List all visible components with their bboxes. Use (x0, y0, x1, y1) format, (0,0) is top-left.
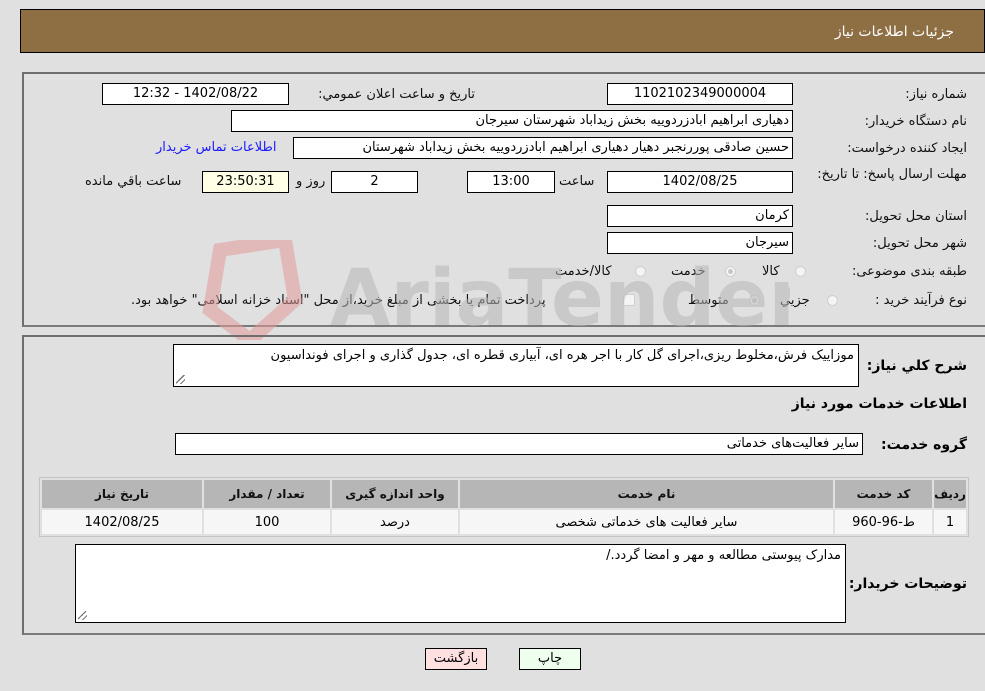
print-button[interactable]: چاپ (519, 648, 581, 670)
need-number-field[interactable]: 1102102349000004 (607, 83, 793, 105)
page-header: جزئیات اطلاعات نیاز (20, 9, 985, 53)
cell-quantity: 100 (204, 510, 330, 534)
cell-row-number: 1 (934, 510, 966, 534)
col-unit: واحد اندازه گیری (332, 480, 458, 508)
requester-label: ایجاد کننده درخواست: (847, 141, 967, 156)
buyer-org-label: نام دستگاه خریدار: (864, 114, 967, 129)
announce-datetime-label: تاریخ و ساعت اعلان عمومي: (318, 87, 475, 102)
cell-unit: درصد (332, 510, 458, 534)
service-group-label: گروه خدمت: (881, 437, 967, 453)
general-desc-text: موزاییک فرش،مخلوط ریزی،اجرای گل کار با ا… (270, 348, 854, 363)
province-field[interactable]: کرمان (607, 205, 793, 227)
cell-service-code: ط-96-960 (835, 510, 932, 534)
category-service-label: خدمت (671, 264, 706, 279)
category-label: طبقه بندی موضوعی: (851, 264, 967, 279)
treasury-label: پرداخت تمام یا بخشی از مبلغ خرید،از محل … (131, 293, 546, 308)
remaining-label: ساعت باقي مانده (85, 174, 182, 189)
resize-grip-icon[interactable] (176, 375, 185, 384)
remaining-days-field[interactable]: 2 (331, 171, 418, 193)
category-radio-goods-service[interactable] (635, 266, 646, 277)
city-label: شهر محل تحویل: (872, 236, 967, 251)
general-desc-textarea[interactable]: موزاییک فرش،مخلوط ریزی،اجرای گل کار با ا… (173, 344, 859, 387)
col-row-number: ردیف (934, 480, 966, 508)
deadline-time-field[interactable]: 13:00 (467, 171, 555, 193)
need-number-label: شماره نیاز: (905, 87, 967, 102)
col-service-name: نام خدمت (460, 480, 833, 508)
deadline-time-label: ساعت (559, 174, 595, 189)
province-label: استان محل تحویل: (865, 209, 967, 224)
back-button[interactable]: بازگشت (425, 648, 487, 670)
deadline-label: مهلت ارسال پاسخ: تا تاریخ: (817, 167, 967, 182)
col-quantity: تعداد / مقدار (204, 480, 330, 508)
announce-datetime-field[interactable]: 1402/08/22 - 12:32 (102, 83, 289, 105)
services-table: ردیف کد خدمت نام خدمت واحد اندازه گیری ت… (39, 477, 969, 537)
days-label: روز و (296, 174, 326, 189)
general-desc-label: شرح کلي نیاز: (866, 358, 967, 374)
page-title: جزئیات اطلاعات نیاز (834, 24, 954, 40)
treasury-checkbox[interactable] (623, 294, 635, 306)
cell-need-date: 1402/08/25 (42, 510, 202, 534)
deadline-date-field[interactable]: 1402/08/25 (607, 171, 793, 193)
services-section-title: اطلاعات خدمات مورد نیاز (791, 396, 967, 412)
buyer-notes-textarea[interactable]: مدارک پیوستی مطالعه و مهر و امضا گردد./ (75, 544, 846, 623)
purchase-minor-label: جزیي (780, 293, 810, 308)
table-row: 1 ط-96-960 سایر فعالیت های خدماتی شخصی د… (42, 510, 966, 534)
category-goods-label: کالا (762, 264, 780, 279)
category-radio-goods[interactable] (795, 266, 806, 277)
purchase-medium-label: متوسط (688, 293, 729, 308)
resize-grip-icon[interactable] (78, 611, 87, 620)
category-goods-service-label: کالا/خدمت (555, 264, 612, 279)
buyer-contact-link[interactable]: اطلاعات تماس خریدار (156, 140, 276, 155)
purchase-radio-medium[interactable] (749, 295, 760, 306)
purchase-type-label: نوع فرآیند خرید : (875, 293, 967, 308)
buyer-org-field[interactable]: دهیاری ابراهیم ابادزردوییه بخش زیداباد ش… (231, 110, 793, 132)
requester-field[interactable]: حسین صادقی پوررنجبر دهیار دهیاری ابراهیم… (293, 137, 793, 159)
category-radio-service[interactable] (725, 266, 736, 277)
col-need-date: تاریخ نیاز (42, 480, 202, 508)
service-group-field[interactable]: سایر فعالیت‌های خدماتی (175, 433, 863, 455)
city-field[interactable]: سیرجان (607, 232, 793, 254)
table-header-row: ردیف کد خدمت نام خدمت واحد اندازه گیری ت… (42, 480, 966, 508)
remaining-time-field[interactable]: 23:50:31 (202, 171, 289, 193)
buyer-notes-text: مدارک پیوستی مطالعه و مهر و امضا گردد./ (606, 548, 841, 563)
col-service-code: کد خدمت (835, 480, 932, 508)
purchase-radio-minor[interactable] (827, 295, 838, 306)
buyer-notes-label: توضیحات خریدار: (848, 576, 967, 592)
cell-service-name: سایر فعالیت های خدماتی شخصی (460, 510, 833, 534)
